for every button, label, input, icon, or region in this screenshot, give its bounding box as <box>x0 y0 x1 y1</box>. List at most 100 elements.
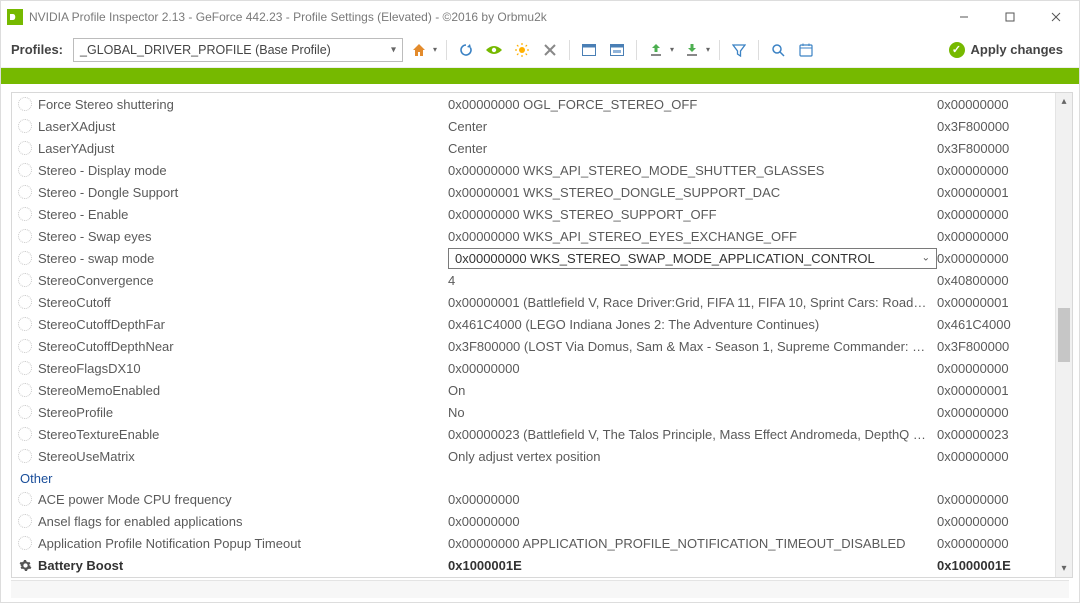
setting-value: 0x461C4000 (LEGO Indiana Jones 2: The Ad… <box>448 317 937 332</box>
setting-value: Center <box>448 119 937 134</box>
setting-value: Center <box>448 141 937 156</box>
bullet-icon <box>18 295 32 309</box>
setting-name: Battery Boost <box>38 558 448 573</box>
setting-hex: 0x3F800000 <box>937 141 1047 156</box>
date-button[interactable] <box>794 38 818 62</box>
setting-value: 0x00000000 WKS_STEREO_SUPPORT_OFF <box>448 207 937 222</box>
setting-name: Stereo - Display mode <box>38 163 448 178</box>
setting-name: StereoFlagsDX10 <box>38 361 448 376</box>
setting-row[interactable]: Ansel flags for enabled applications0x00… <box>12 510 1055 532</box>
setting-hex: 0x461C4000 <box>937 317 1047 332</box>
chevron-down-icon: ▾ <box>391 44 396 55</box>
setting-name: StereoProfile <box>38 405 448 420</box>
setting-hex: 0x00000000 <box>937 449 1047 464</box>
setting-value: 0x00000001 (Battlefield V, Race Driver:G… <box>448 295 937 310</box>
setting-row[interactable]: StereoMemoEnabledOn0x00000001 <box>12 379 1055 401</box>
export-button[interactable] <box>644 38 668 62</box>
setting-row[interactable]: Stereo - Dongle Support0x00000001 WKS_ST… <box>12 181 1055 203</box>
setting-row[interactable]: Stereo - Display mode0x00000000 WKS_API_… <box>12 159 1055 181</box>
setting-value: 4 <box>448 273 937 288</box>
setting-row[interactable]: StereoTextureEnable0x00000023 (Battlefie… <box>12 423 1055 445</box>
app-window: NVIDIA Profile Inspector 2.13 - GeForce … <box>0 0 1080 603</box>
bullet-icon <box>18 163 32 177</box>
bullet-icon <box>18 383 32 397</box>
setting-hex: 0x00000023 <box>937 427 1047 442</box>
window-1-button[interactable] <box>577 38 601 62</box>
setting-name: StereoCutoffDepthFar <box>38 317 448 332</box>
gear-icon <box>18 558 32 572</box>
setting-hex: 0x00000000 <box>937 97 1047 112</box>
dropdown-caret-icon[interactable]: ▾ <box>670 45 674 54</box>
setting-value-text: 0x00000000 WKS_STEREO_SWAP_MODE_APPLICAT… <box>455 251 875 266</box>
setting-name: LaserYAdjust <box>38 141 448 156</box>
setting-row[interactable]: StereoConvergence40x40800000 <box>12 269 1055 291</box>
filter-button[interactable] <box>727 38 751 62</box>
setting-value-dropdown[interactable]: 0x00000000 WKS_STEREO_SWAP_MODE_APPLICAT… <box>448 248 937 269</box>
setting-name: Force Stereo shuttering <box>38 97 448 112</box>
setting-row[interactable]: Stereo - Enable0x00000000 WKS_STEREO_SUP… <box>12 203 1055 225</box>
scroll-up-button[interactable]: ▴ <box>1056 93 1072 110</box>
setting-hex: 0x00000000 <box>937 163 1047 178</box>
setting-row[interactable]: StereoCutoff0x00000001 (Battlefield V, R… <box>12 291 1055 313</box>
nvidia-eye-button[interactable] <box>482 38 506 62</box>
setting-row[interactable]: Application Profile Notification Popup T… <box>12 532 1055 554</box>
scroll-down-button[interactable]: ▾ <box>1056 560 1072 577</box>
delete-button[interactable] <box>538 38 562 62</box>
bullet-icon <box>18 119 32 133</box>
setting-row[interactable]: Battery Boost0x1000001E0x1000001E <box>12 554 1055 576</box>
setting-row[interactable]: Stereo - Swap eyes0x00000000 WKS_API_STE… <box>12 225 1055 247</box>
setting-value: 0x00000000 WKS_API_STEREO_EYES_EXCHANGE_… <box>448 229 937 244</box>
setting-value: 0x00000000 <box>448 361 937 376</box>
setting-row[interactable]: ACE power Mode CPU frequency0x000000000x… <box>12 488 1055 510</box>
setting-value: 0x00000000 WKS_API_STEREO_MODE_SHUTTER_G… <box>448 163 937 178</box>
scrollbar-thumb[interactable] <box>1058 308 1070 361</box>
setting-row[interactable]: StereoCutoffDepthFar0x461C4000 (LEGO Ind… <box>12 313 1055 335</box>
setting-row[interactable]: LaserXAdjustCenter0x3F800000 <box>12 115 1055 137</box>
apply-changes-button[interactable]: ✓ Apply changes <box>943 37 1069 63</box>
setting-row[interactable]: StereoProfileNo0x00000000 <box>12 401 1055 423</box>
setting-name: Stereo - swap mode <box>38 251 448 266</box>
minimize-button[interactable] <box>941 2 987 32</box>
section-header: Other <box>12 467 1055 488</box>
setting-hex: 0x00000001 <box>937 295 1047 310</box>
setting-hex: 0x00000000 <box>937 514 1047 529</box>
separator <box>569 40 570 60</box>
refresh-button[interactable] <box>454 38 478 62</box>
setting-value: 0x3F800000 (LOST Via Domus, Sam & Max - … <box>448 339 937 354</box>
setting-name: ACE power Mode CPU frequency <box>38 492 448 507</box>
setting-row[interactable]: StereoUseMatrixOnly adjust vertex positi… <box>12 445 1055 467</box>
home-button[interactable] <box>407 38 431 62</box>
settings-grid-body[interactable]: Force Stereo shuttering0x00000000 OGL_FO… <box>12 93 1072 577</box>
setting-row[interactable]: StereoFlagsDX100x000000000x00000000 <box>12 357 1055 379</box>
setting-row[interactable]: StereoCutoffDepthNear0x3F800000 (LOST Vi… <box>12 335 1055 357</box>
bullet-icon <box>18 536 32 550</box>
dropdown-caret-icon[interactable]: ▾ <box>706 45 710 54</box>
profile-combobox[interactable]: _GLOBAL_DRIVER_PROFILE (Base Profile) ▾ <box>73 38 403 62</box>
setting-name: StereoConvergence <box>38 273 448 288</box>
bullet-icon <box>18 361 32 375</box>
setting-value[interactable]: 0x00000000 WKS_STEREO_SWAP_MODE_APPLICAT… <box>448 248 937 269</box>
bullet-icon <box>18 207 32 221</box>
dropdown-caret-icon[interactable]: ▾ <box>433 45 437 54</box>
search-button[interactable] <box>766 38 790 62</box>
status-bar <box>11 580 1069 598</box>
setting-name: StereoUseMatrix <box>38 449 448 464</box>
setting-value: 0x00000023 (Battlefield V, The Talos Pri… <box>448 427 937 442</box>
sun-button[interactable] <box>510 38 534 62</box>
setting-name: Stereo - Dongle Support <box>38 185 448 200</box>
bullet-icon <box>18 97 32 111</box>
setting-value: 0x1000001E <box>448 558 937 573</box>
setting-row[interactable]: Force Stereo shuttering0x00000000 OGL_FO… <box>12 93 1055 115</box>
accent-bar <box>1 68 1079 84</box>
bullet-icon <box>18 251 32 265</box>
import-button[interactable] <box>680 38 704 62</box>
vertical-scrollbar[interactable]: ▴ ▾ <box>1055 93 1072 577</box>
setting-row[interactable]: Stereo - swap mode 0x00000000 WKS_STEREO_… <box>12 247 1055 269</box>
setting-hex: 0x00000000 <box>937 361 1047 376</box>
setting-row[interactable]: LaserYAdjustCenter0x3F800000 <box>12 137 1055 159</box>
bullet-icon <box>18 449 32 463</box>
maximize-button[interactable] <box>987 2 1033 32</box>
setting-hex: 0x00000001 <box>937 383 1047 398</box>
close-button[interactable] <box>1033 2 1079 32</box>
window-2-button[interactable] <box>605 38 629 62</box>
